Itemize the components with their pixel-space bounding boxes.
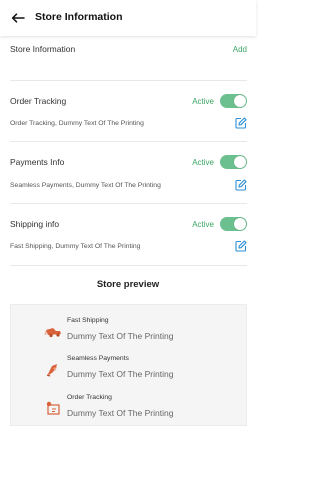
toggle-knob — [234, 218, 246, 230]
preview-item-text: Dummy Text Of The Printing — [67, 408, 174, 418]
edit-order-tracking-button[interactable] — [235, 117, 247, 129]
preview-item: Fast Shipping Dummy Text Of The Printing — [11, 317, 248, 353]
section-shipping-desc: Fast Shipping, Dummy Text Of The Printin… — [10, 240, 247, 252]
shipping-toggle[interactable] — [220, 217, 247, 231]
status-group: Active — [192, 155, 247, 169]
preview-item-name: Fast Shipping — [67, 317, 109, 324]
truck-icon — [44, 328, 61, 338]
section-description: Fast Shipping, Dummy Text Of The Printin… — [10, 242, 141, 250]
section-payments-header: Payments Info Active — [10, 155, 247, 169]
app-header: Store Information — [0, 0, 256, 36]
edit-icon — [235, 179, 247, 191]
order-tracking-toggle[interactable] — [220, 94, 247, 108]
section-description: Order Tracking, Dummy Text Of The Printi… — [10, 119, 144, 127]
section-title: Order Tracking — [10, 96, 67, 106]
toggle-knob — [234, 156, 246, 168]
section-order-tracking-desc: Order Tracking, Dummy Text Of The Printi… — [10, 117, 247, 129]
edit-payments-button[interactable] — [235, 179, 247, 191]
store-info-label: Store Information — [10, 44, 76, 54]
status-label: Active — [192, 219, 214, 229]
preview-item-text: Dummy Text Of The Printing — [67, 331, 174, 341]
edit-shipping-button[interactable] — [235, 240, 247, 252]
divider — [10, 203, 247, 204]
divider — [10, 265, 247, 266]
page-title: Store Information — [35, 11, 123, 23]
back-button[interactable] — [9, 9, 27, 27]
divider — [10, 80, 247, 81]
section-shipping-header: Shipping info Active — [10, 217, 247, 231]
payment-hand-icon — [46, 364, 57, 377]
status-group: Active — [192, 217, 247, 231]
section-order-tracking-header: Order Tracking Active — [10, 94, 247, 108]
edit-icon — [235, 240, 247, 252]
section-payments-desc: Seamless Payments, Dummy Text Of The Pri… — [10, 179, 247, 191]
edit-icon — [235, 117, 247, 129]
preview-item-text: Dummy Text Of The Printing — [67, 369, 174, 379]
section-title: Shipping info — [10, 219, 60, 229]
preview-item: Order Tracking Dummy Text Of The Printin… — [11, 394, 248, 430]
store-preview-card: Fast Shipping Dummy Text Of The Printing… — [10, 304, 247, 426]
store-preview-title: Store preview — [96, 279, 160, 290]
store-info-row: Store Information Add — [10, 44, 247, 54]
preview-item-name: Order Tracking — [67, 394, 112, 401]
divider — [10, 141, 247, 142]
status-group: Active — [192, 94, 247, 108]
status-label: Active — [192, 96, 214, 106]
add-button[interactable]: Add — [233, 45, 247, 54]
status-label: Active — [192, 157, 214, 167]
preview-item-name: Seamless Payments — [67, 355, 129, 362]
section-title: Payments Info — [10, 157, 65, 167]
section-description: Seamless Payments, Dummy Text Of The Pri… — [10, 181, 161, 189]
toggle-knob — [234, 95, 246, 107]
payments-toggle[interactable] — [220, 155, 247, 169]
tracking-icon — [46, 401, 60, 415]
arrow-left-icon — [11, 13, 25, 23]
preview-item: Seamless Payments Dummy Text Of The Prin… — [11, 355, 248, 391]
